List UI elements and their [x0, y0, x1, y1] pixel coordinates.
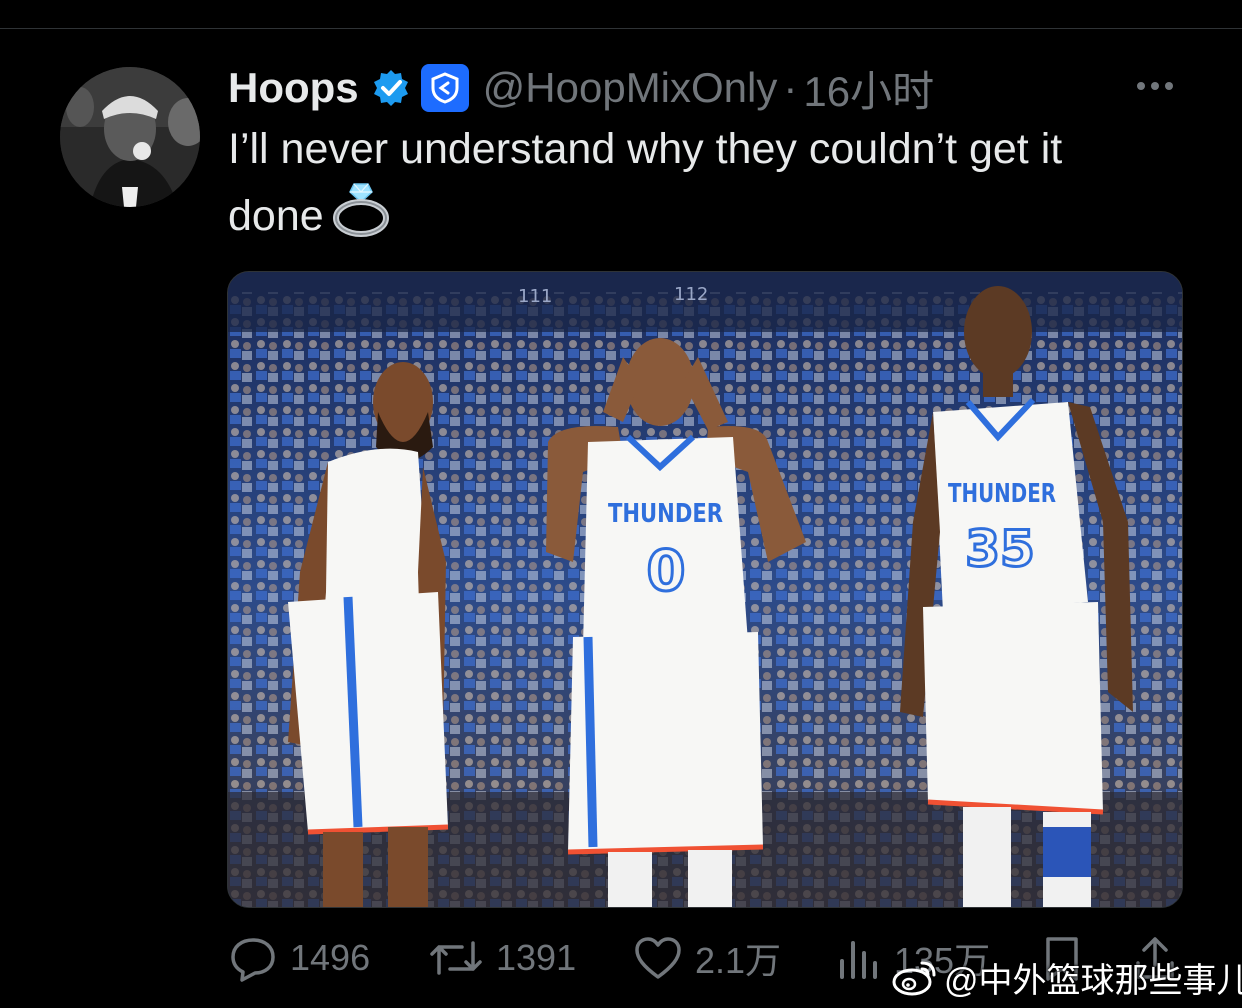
verified-badge-icon: [371, 68, 411, 108]
jersey-number-35: 35: [965, 520, 1035, 578]
watermark-text: @中外篮球那些事儿: [944, 961, 1242, 1000]
tweet-text-line-1: I’ll never understand why they couldn’t …: [228, 125, 1063, 173]
avatar-photo: [60, 67, 200, 207]
user-avatar[interactable]: [60, 67, 200, 207]
display-name[interactable]: Hoops: [228, 64, 359, 112]
jersey-team-middle: THUNDER: [608, 499, 723, 529]
more-options-button[interactable]: [1133, 70, 1177, 100]
weibo-watermark: @中外篮球那些事儿: [892, 952, 1242, 1002]
jersey-team-right: THUNDER: [948, 479, 1056, 509]
retweet-count: 1391: [496, 937, 577, 978]
like-button[interactable]: 2.1万: [633, 930, 781, 986]
banner-number-111: 111: [518, 286, 552, 307]
retweet-button[interactable]: 1391: [428, 930, 576, 986]
views-chart-icon: [840, 941, 877, 979]
tweet-timestamp[interactable]: 16小时: [803, 58, 934, 119]
retweet-icon: [430, 941, 482, 975]
like-count: 2.1万: [695, 940, 782, 981]
user-handle[interactable]: @HoopMixOnly: [483, 64, 778, 112]
jersey-number-0: 0: [647, 539, 686, 604]
tweet-text: I’ll never understand why they couldn’t …: [228, 118, 1218, 255]
tweet-text-line-2-words: done: [228, 192, 324, 240]
separator-dot: ·: [783, 64, 798, 111]
photo-three-players: 111 112 THUNDER 0 THUNDER 35: [228, 272, 1182, 907]
affiliate-badge-icon[interactable]: [420, 64, 469, 112]
reply-icon: [231, 938, 275, 982]
timeline-divider: [0, 28, 1242, 29]
reply-count: 1496: [290, 937, 371, 978]
tweet-text-line-2: done: [228, 180, 1218, 255]
banner-number-112: 112: [674, 284, 708, 305]
heart-icon: [635, 937, 681, 979]
more-dots-icon: [1137, 82, 1173, 90]
reply-button[interactable]: 1496: [228, 930, 370, 986]
tweet-header: Hoops @HoopMixOnly · 16小时: [228, 60, 934, 116]
tweet-media-image[interactable]: 111 112 THUNDER 0 THUNDER 35: [227, 271, 1183, 908]
ring-emoji-icon: [332, 180, 390, 255]
weibo-logo-icon: [892, 961, 936, 996]
